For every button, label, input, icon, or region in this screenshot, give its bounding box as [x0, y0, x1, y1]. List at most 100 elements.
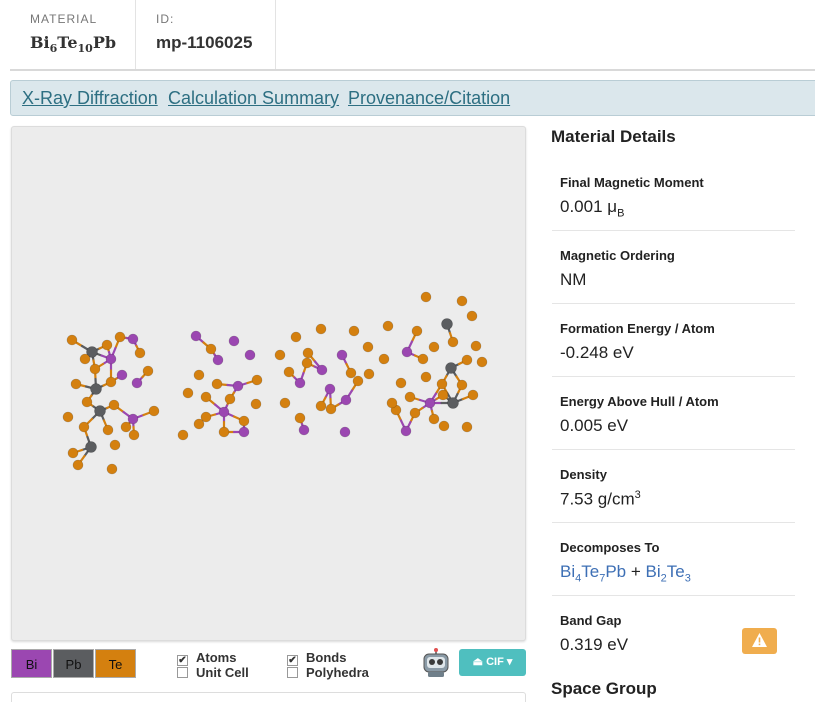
cif-download-button[interactable]: ⏏ CIF ▾ — [459, 649, 526, 676]
atom-bi — [339, 426, 351, 438]
material-details-title: Material Details — [551, 127, 676, 146]
space-group-title: Space Group — [551, 679, 657, 698]
atom-bi — [212, 354, 224, 366]
atom-te — [411, 325, 423, 337]
atom-te — [148, 405, 160, 417]
atom-te — [315, 400, 327, 412]
atom-bi — [244, 349, 256, 361]
warning-icon[interactable] — [742, 628, 777, 654]
material-id: mp-1106025 — [156, 33, 253, 52]
atom-te — [283, 366, 295, 378]
atom-te — [352, 375, 364, 387]
polyhedra-toggle[interactable]: Polyhedra — [287, 665, 369, 680]
detail-decomposes-to: Decomposes To Bi4Te7Pb + Bi2Te3 — [552, 523, 795, 596]
decomposition-link-bi4te7pb[interactable]: Bi4Te7Pb — [560, 562, 626, 584]
atoms-toggle[interactable]: ✔ Atoms — [177, 650, 236, 666]
detail-energy-above-hull: Energy Above Hull / Atom 0.005 eV — [552, 377, 795, 450]
atom-te — [224, 393, 236, 405]
atom-te — [294, 412, 306, 424]
atom-te — [81, 396, 93, 408]
bonds-toggle[interactable]: ✔ Bonds — [287, 650, 346, 666]
atom-te — [428, 413, 440, 425]
atom-te — [362, 341, 374, 353]
atom-te — [447, 336, 459, 348]
atom-te — [106, 463, 118, 475]
atom-te — [193, 418, 205, 430]
atom-te — [120, 421, 132, 433]
atom-bi — [294, 377, 306, 389]
atom-pb — [441, 318, 453, 330]
atom-te — [437, 389, 449, 401]
chevron-down-icon: ▾ — [506, 656, 513, 668]
atom-pb — [94, 405, 106, 417]
atom-te — [378, 353, 390, 365]
atom-bi — [131, 377, 143, 389]
atom-te — [250, 398, 262, 410]
atom-te — [78, 421, 90, 433]
atom-te — [409, 407, 421, 419]
cif-label: CIF — [486, 656, 504, 668]
atom-bi — [232, 380, 244, 392]
tab-xray-diffraction[interactable]: X-Ray Diffraction — [22, 88, 158, 109]
atom-bi — [218, 406, 230, 418]
atom-te — [348, 325, 360, 337]
atom-te — [102, 424, 114, 436]
atom-te — [438, 420, 450, 432]
unit-cell-toggle[interactable]: Unit Cell — [177, 665, 249, 680]
atom-pb — [85, 441, 97, 453]
atom-te — [428, 341, 440, 353]
tab-calculation-summary[interactable]: Calculation Summary — [168, 88, 339, 109]
id-label: ID: — [156, 12, 175, 26]
atom-bi — [238, 426, 250, 438]
atom-te — [101, 339, 113, 351]
atom-bi — [127, 333, 139, 345]
atom-bi — [424, 397, 436, 409]
atom-te — [105, 376, 117, 388]
atom-te — [363, 368, 375, 380]
atom-bi — [190, 330, 202, 342]
atom-te — [386, 397, 398, 409]
atom-bi — [340, 394, 352, 406]
atom-te — [218, 426, 230, 438]
atom-te — [461, 354, 473, 366]
decomposition-link-bi2te3[interactable]: Bi2Te3 — [646, 562, 691, 584]
detail-magnetic-ordering: Magnetic Ordering NM — [552, 231, 795, 304]
atom-te — [466, 310, 478, 322]
tab-provenance-citation[interactable]: Provenance/Citation — [348, 88, 510, 109]
atom-te — [79, 353, 91, 365]
atom-te — [325, 403, 337, 415]
atom-te — [62, 411, 74, 423]
atom-te — [238, 415, 250, 427]
atom-te — [251, 374, 263, 386]
atom-te — [66, 334, 78, 346]
atom-te — [177, 429, 189, 441]
structure-viewer[interactable] — [11, 126, 526, 641]
atom-te — [89, 363, 101, 375]
crystal-structure-canvas[interactable] — [12, 127, 527, 642]
material-header: MATERIAL Bi6Te10Pb ID: mp-1106025 — [10, 0, 815, 71]
unit-cell-checkbox[interactable] — [177, 667, 188, 678]
atom-te — [128, 429, 140, 441]
atom-te — [456, 379, 468, 391]
atom-pb — [445, 362, 457, 374]
atom-te — [114, 331, 126, 343]
atom-te — [382, 320, 394, 332]
detail-final-magnetic-moment: Final Magnetic Moment 0.001 μB — [552, 158, 795, 231]
atom-te — [193, 369, 205, 381]
atom-te — [72, 459, 84, 471]
atom-te — [108, 399, 120, 411]
atom-te — [404, 391, 416, 403]
robot-icon[interactable] — [421, 648, 451, 678]
atom-te — [436, 378, 448, 390]
atom-bi — [400, 425, 412, 437]
atom-bi — [401, 346, 413, 358]
atom-bi — [336, 349, 348, 361]
atom-te — [345, 367, 357, 379]
atom-te — [470, 340, 482, 352]
atom-te — [456, 295, 468, 307]
polyhedra-checkbox[interactable] — [287, 667, 298, 678]
atom-pb — [90, 383, 102, 395]
atom-te — [109, 439, 121, 451]
atom-te — [417, 353, 429, 365]
legend-te: Te — [95, 649, 136, 678]
